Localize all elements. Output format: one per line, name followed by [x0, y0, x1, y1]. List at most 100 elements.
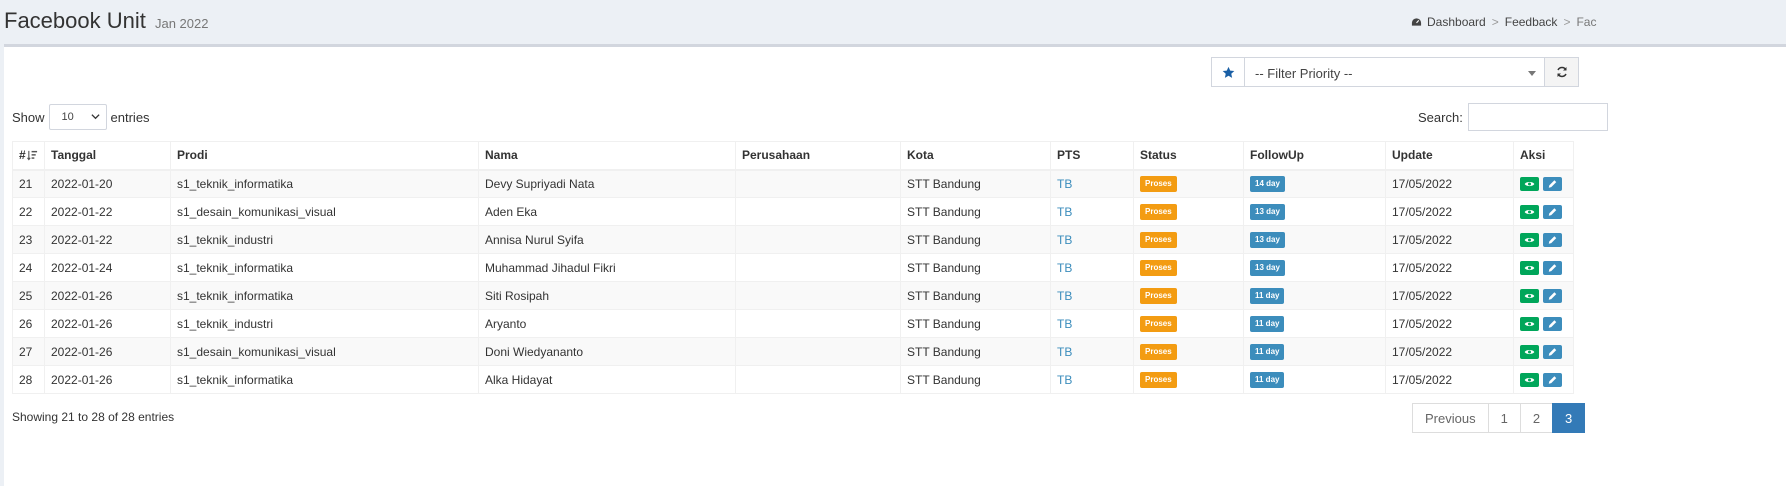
column-header-prodi[interactable]: Prodi — [170, 141, 479, 171]
edit-button[interactable] — [1543, 344, 1563, 359]
table-body: 21 2022-01-20 s1_teknik_informatika Devy Su… — [12, 169, 1574, 394]
refresh-icon — [1556, 66, 1567, 78]
cell-kota: STT Bandung — [900, 337, 1051, 366]
cell-prodi: s1_teknik_informatika — [170, 365, 479, 394]
dashboard-icon — [1411, 18, 1422, 26]
cell-no: 27 — [12, 337, 45, 366]
pts-link[interactable]: TB — [1057, 373, 1072, 387]
pagination-page-1[interactable]: 1 — [1487, 403, 1521, 433]
cell-aksi — [1513, 337, 1574, 366]
cell-pts: TB — [1050, 365, 1134, 394]
breadcrumb-separator: > — [1491, 15, 1499, 29]
breadcrumb-feedback[interactable]: Feedback — [1505, 15, 1558, 29]
cell-no: 23 — [12, 225, 45, 254]
table-row: 25 2022-01-26 s1_teknik_informatika Siti Ro… — [12, 281, 1574, 310]
breadcrumb-separator: > — [1563, 15, 1571, 29]
cell-perusahaan — [735, 169, 901, 198]
eye-icon — [1524, 237, 1535, 242]
cell-perusahaan — [735, 253, 901, 282]
column-header-perusahaan[interactable]: Perusahaan — [735, 141, 901, 171]
column-header-followup[interactable]: FollowUp — [1243, 141, 1386, 171]
column-header-update[interactable]: Update — [1385, 141, 1514, 171]
pts-link[interactable]: TB — [1057, 261, 1072, 275]
view-button[interactable] — [1520, 344, 1539, 359]
table-row: 24 2022-01-24 s1_teknik_informatika Muhamma… — [12, 253, 1574, 282]
edit-button[interactable] — [1543, 232, 1563, 247]
breadcrumb-current: Fac — [1576, 15, 1597, 29]
cell-no: 24 — [12, 253, 45, 282]
pagination-page-3[interactable]: 3 — [1552, 403, 1586, 433]
pagination-page-2[interactable]: 2 — [1519, 403, 1554, 433]
entries-length-select[interactable]: 10 — [48, 104, 107, 130]
pagination-previous[interactable]: Previous — [1412, 403, 1489, 433]
cell-followup: 13 day — [1243, 197, 1386, 226]
cell-no: 26 — [12, 309, 45, 338]
cell-followup: 11 day — [1243, 365, 1386, 394]
cell-pts: TB — [1050, 225, 1134, 254]
chevron-down-icon — [90, 114, 100, 120]
search-control: Search: — [1418, 103, 1608, 131]
column-header-pts[interactable]: PTS — [1050, 141, 1134, 171]
cell-no: 22 — [12, 197, 45, 226]
edit-button[interactable] — [1543, 177, 1563, 192]
pts-link[interactable]: TB — [1057, 205, 1072, 219]
cell-prodi: s1_teknik_industri — [170, 225, 479, 254]
followup-badge: 11 day — [1250, 372, 1285, 388]
cell-tanggal: 2022-01-26 — [44, 281, 171, 310]
priority-filter-select[interactable]: -- Filter Priority -- — [1245, 57, 1545, 87]
pts-link[interactable]: TB — [1057, 345, 1072, 359]
cell-status: Proses — [1133, 281, 1244, 310]
cell-pts: TB — [1050, 337, 1134, 366]
column-header-aksi[interactable]: Aksi — [1513, 141, 1574, 171]
cell-tanggal: 2022-01-26 — [44, 309, 171, 338]
cell-kota: STT Bandung — [900, 253, 1051, 282]
edit-button[interactable] — [1543, 204, 1563, 219]
pagination: Previous 1 2 3 — [1412, 403, 1586, 433]
view-button[interactable] — [1520, 232, 1539, 247]
table-header-row: # Tanggal Prodi Nama Perusahaan Kota PTS… — [12, 141, 1574, 171]
search-input[interactable] — [1467, 103, 1608, 131]
column-header-nama[interactable]: Nama — [478, 141, 736, 171]
view-button[interactable] — [1520, 204, 1539, 219]
table-row: 28 2022-01-26 s1_teknik_informatika Alka Hi… — [12, 365, 1574, 394]
cell-nama: Doni Wiedyananto — [478, 337, 736, 366]
view-button[interactable] — [1520, 316, 1539, 331]
column-header-kota[interactable]: Kota — [900, 141, 1051, 171]
view-button[interactable] — [1520, 372, 1539, 387]
entries-length-control: Show 10 entries — [12, 103, 150, 131]
cell-followup: 11 day — [1243, 309, 1386, 338]
cell-aksi — [1513, 225, 1574, 254]
pts-link[interactable]: TB — [1057, 289, 1072, 303]
view-button[interactable] — [1520, 177, 1539, 192]
pts-link[interactable]: TB — [1057, 233, 1072, 247]
followup-badge: 11 day — [1250, 344, 1285, 360]
table-row: 22 2022-01-22 s1_desain_komunikasi_visual A… — [12, 197, 1574, 226]
cell-aksi — [1513, 365, 1574, 394]
cell-followup: 14 day — [1243, 169, 1386, 198]
cell-perusahaan — [735, 197, 901, 226]
edit-button[interactable] — [1543, 316, 1563, 331]
pts-link[interactable]: TB — [1057, 177, 1072, 191]
column-header-tanggal[interactable]: Tanggal — [44, 141, 171, 171]
data-box: -- Filter Priority -- Show 10 entries Se… — [4, 44, 1786, 486]
status-badge: Proses — [1140, 372, 1177, 388]
refresh-button[interactable] — [1545, 57, 1579, 87]
edit-button[interactable] — [1543, 372, 1563, 387]
view-button[interactable] — [1520, 288, 1539, 303]
cell-aksi — [1513, 253, 1574, 282]
column-header-status[interactable]: Status — [1133, 141, 1244, 171]
edit-button[interactable] — [1543, 288, 1563, 303]
cell-followup: 11 day — [1243, 337, 1386, 366]
star-icon — [1222, 66, 1234, 78]
column-header-no[interactable]: # — [12, 141, 45, 171]
content-header: Facebook Unit Jan 2022 Dashboard > Feedbac… — [0, 0, 1786, 46]
edit-button[interactable] — [1543, 260, 1563, 275]
chevron-down-icon — [1528, 71, 1536, 76]
cell-update: 17/05/2022 — [1385, 253, 1514, 282]
eye-icon — [1524, 349, 1535, 354]
cell-nama: Devy Supriyadi Nata — [478, 169, 736, 198]
view-button[interactable] — [1520, 260, 1539, 275]
breadcrumb-dashboard[interactable]: Dashboard — [1427, 15, 1486, 29]
cell-perusahaan — [735, 337, 901, 366]
pts-link[interactable]: TB — [1057, 317, 1072, 331]
